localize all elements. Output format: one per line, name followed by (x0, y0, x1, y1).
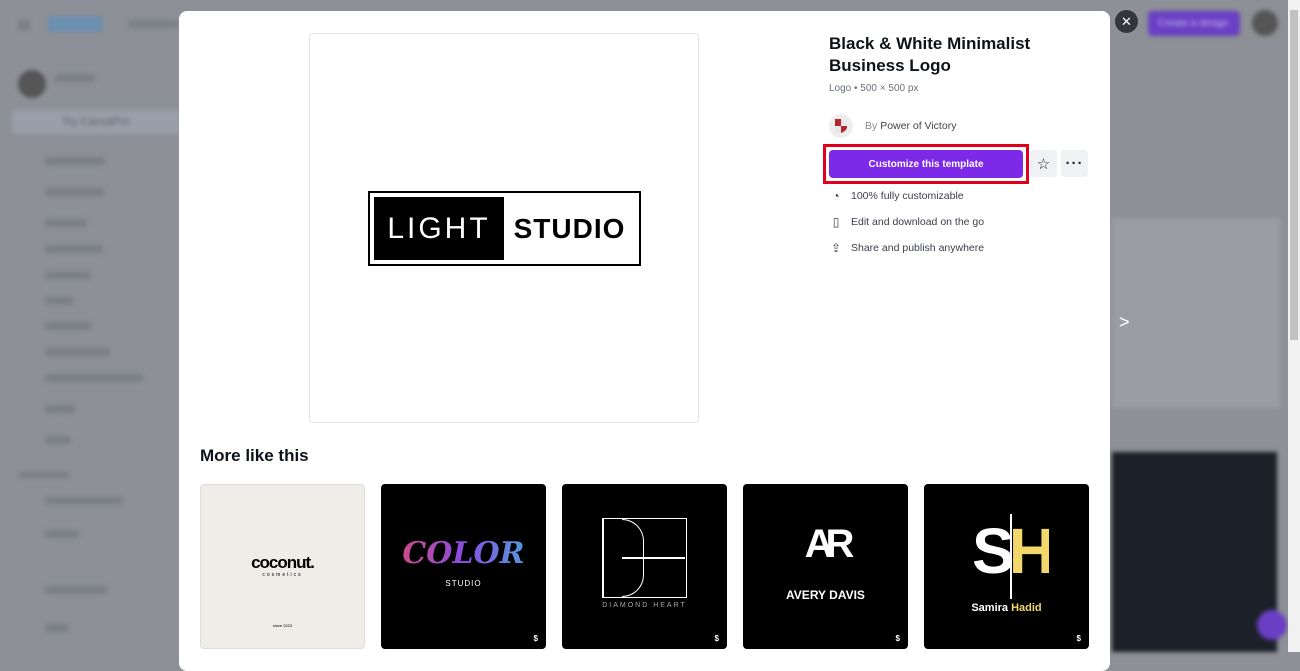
more-icon: ··· (1065, 155, 1084, 172)
template-thumb[interactable]: AR AVERY DAVIS $ (743, 484, 908, 649)
feature-item: ▯ Edit and download on the go (829, 215, 984, 229)
more-options-button[interactable]: ··· (1061, 150, 1088, 177)
template-preview: LIGHT STUDIO (309, 33, 699, 423)
dh-monogram (602, 518, 687, 598)
palette-icon: ◔ (832, 189, 840, 203)
next-template-button[interactable]: > (1119, 312, 1130, 333)
feature-item: ◔ 100% fully customizable (829, 189, 963, 203)
favorite-button[interactable]: ☆ (1030, 150, 1057, 177)
template-thumb[interactable]: SH Samira Hadid $ (924, 484, 1089, 649)
pro-badge: $ (714, 634, 719, 643)
phone-icon: ▯ (832, 215, 840, 229)
cta-highlight: Customize this template (823, 144, 1029, 184)
scrollbar[interactable] (1288, 0, 1300, 652)
customize-template-button[interactable]: Customize this template (829, 150, 1023, 178)
template-modal: LIGHT STUDIO Black & White Minimalist Bu… (179, 11, 1110, 671)
template-title: Black & White Minimalist Business Logo (829, 34, 1031, 75)
chevron-right-icon: > (1119, 312, 1130, 332)
template-thumb[interactable]: COLOR STUDIO $ (381, 484, 546, 649)
author-name[interactable]: Power of Victory (880, 120, 956, 132)
more-like-this-heading: More like this (200, 446, 309, 465)
star-icon: ☆ (1036, 155, 1051, 173)
template-meta: Logo • 500 × 500 px (829, 83, 919, 94)
author-avatar (829, 114, 853, 138)
close-icon: ✕ (1121, 13, 1132, 29)
author[interactable]: By Power of Victory (829, 114, 956, 138)
close-modal-button[interactable]: ✕ (1115, 10, 1138, 33)
share-icon: ⇪ (830, 241, 842, 255)
template-thumb[interactable]: DIAMOND HEART $ (562, 484, 727, 649)
feature-item: ⇪ Share and publish anywhere (830, 241, 985, 255)
preview-logo: LIGHT STUDIO (368, 191, 641, 266)
scrollbar-thumb[interactable] (1290, 10, 1298, 340)
create-design-button[interactable]: Create a design (1148, 11, 1240, 36)
template-thumb[interactable]: coconut. cosmetics since 2023 (200, 484, 365, 649)
pro-badge: $ (895, 634, 900, 643)
pro-badge: $ (533, 634, 538, 643)
try-pro-button[interactable]: Try CanvaPro (12, 110, 182, 134)
pro-badge: $ (1076, 634, 1081, 643)
